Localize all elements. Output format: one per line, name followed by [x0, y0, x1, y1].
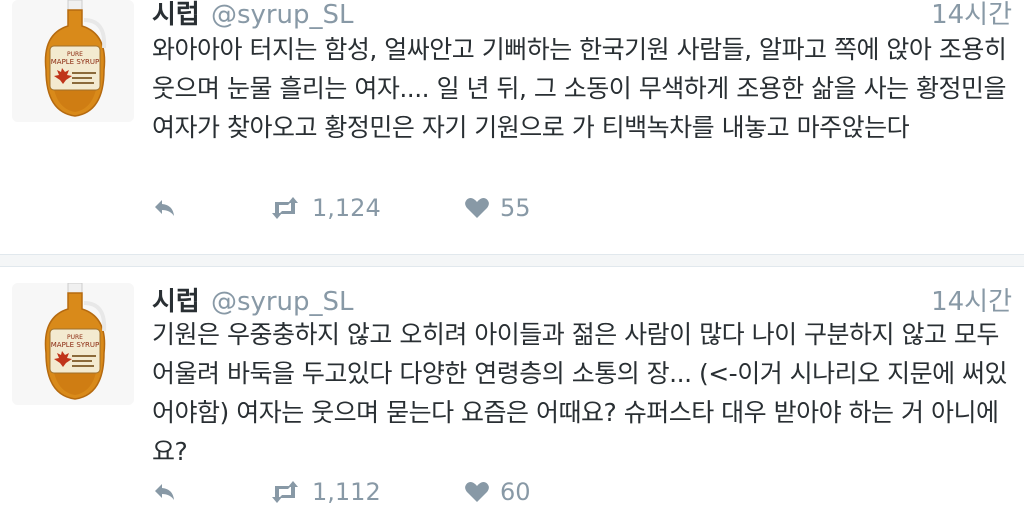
tweet-actions: 1,112 60	[152, 474, 752, 510]
tweet-text: 와아아아 터지는 함성, 얼싸안고 기뻐하는 한국기원 사람들, 알파고 쪽에 …	[152, 35, 1007, 142]
display-name[interactable]: 시럽	[152, 0, 200, 30]
retweet-count: 1,112	[312, 478, 381, 506]
timestamp[interactable]: 14시간	[931, 0, 1012, 31]
heart-icon	[465, 482, 489, 502]
avatar[interactable]: PURE MAPLE SYRUP	[12, 0, 134, 122]
tweet[interactable]: PURE MAPLE SYRUP 시럽 @syrup_SL 14시간 와아아아 …	[0, 0, 1024, 255]
like-button[interactable]: 60	[464, 474, 531, 510]
reply-icon	[155, 200, 174, 216]
reply-button[interactable]	[152, 474, 180, 510]
maple-syrup-bottle-icon: PURE MAPLE SYRUP	[12, 283, 134, 405]
like-button[interactable]: 55	[464, 190, 531, 226]
tweet-text: 기원은 우중충하지 않고 오히려 아이들과 젊은 사람이 많다 나이 구분하지 …	[152, 320, 1008, 466]
username[interactable]: @syrup_SL	[211, 287, 354, 317]
like-count: 55	[500, 194, 531, 222]
svg-text:PURE: PURE	[67, 334, 83, 341]
username[interactable]: @syrup_SL	[211, 0, 354, 30]
heart-icon	[465, 198, 489, 218]
svg-text:PURE: PURE	[67, 51, 83, 58]
display-name[interactable]: 시럽	[152, 287, 200, 317]
retweet-button[interactable]: 1,112	[268, 474, 381, 510]
tweet-actions: 1,124 55	[152, 190, 752, 226]
reply-button[interactable]	[152, 190, 180, 226]
like-count: 60	[500, 478, 531, 506]
retweet-icon	[272, 481, 298, 503]
svg-text:MAPLE SYRUP: MAPLE SYRUP	[51, 341, 100, 349]
retweet-icon	[272, 197, 298, 219]
timestamp[interactable]: 14시간	[931, 281, 1012, 318]
reply-icon	[155, 484, 174, 500]
tweet-header: 시럽 @syrup_SL	[152, 0, 354, 30]
retweet-button[interactable]: 1,124	[268, 190, 381, 226]
maple-syrup-bottle-icon: PURE MAPLE SYRUP	[12, 0, 134, 122]
avatar[interactable]: PURE MAPLE SYRUP	[12, 283, 134, 405]
tweet[interactable]: PURE MAPLE SYRUP 시럽 @syrup_SL 14시간 기원은 우…	[0, 266, 1024, 529]
retweet-count: 1,124	[312, 194, 381, 222]
svg-text:MAPLE SYRUP: MAPLE SYRUP	[51, 58, 100, 66]
tweet-header: 시럽 @syrup_SL	[152, 281, 354, 317]
